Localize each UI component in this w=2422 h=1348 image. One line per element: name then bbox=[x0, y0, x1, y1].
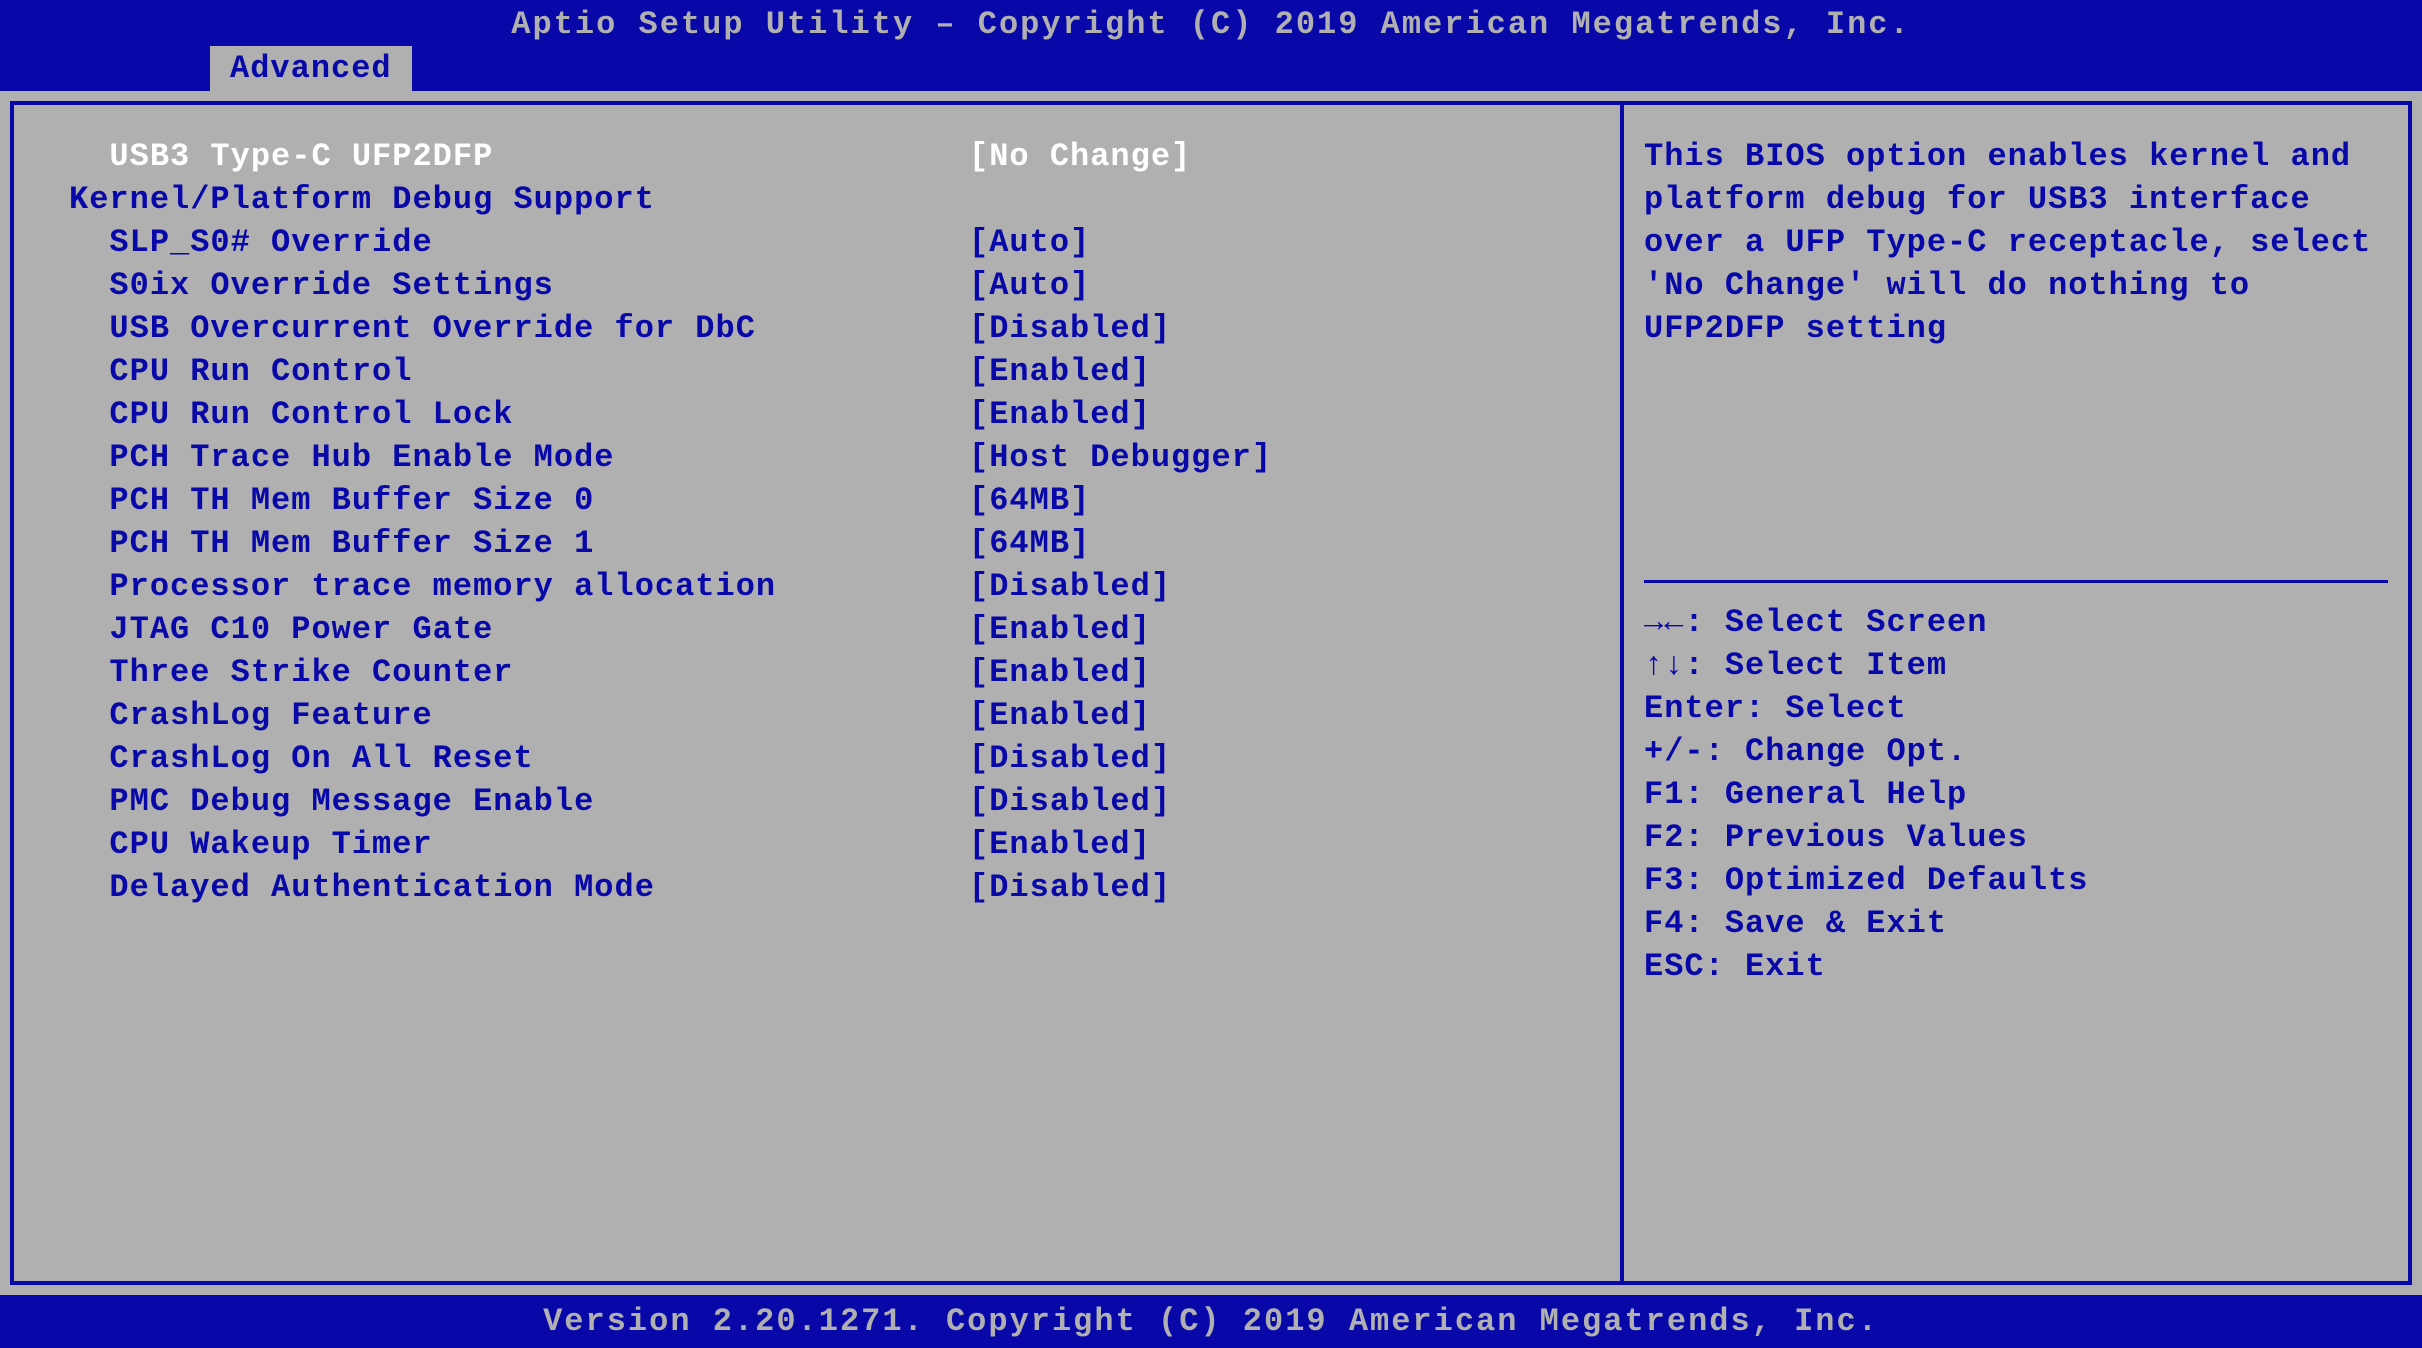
setting-value: [Disabled] bbox=[969, 565, 1565, 608]
setting-value: [Enabled] bbox=[969, 393, 1565, 436]
help-panel: This BIOS option enables kernel and plat… bbox=[1622, 101, 2412, 1285]
setting-row[interactable]: USB Overcurrent Override for DbC[Disable… bbox=[69, 307, 1565, 350]
setting-row[interactable]: CrashLog On All Reset[Disabled] bbox=[69, 737, 1565, 780]
setting-row[interactable]: CPU Run Control[Enabled] bbox=[69, 350, 1565, 393]
setting-label: CrashLog On All Reset bbox=[69, 737, 969, 780]
setting-value: [No Change] bbox=[969, 135, 1565, 178]
setting-row[interactable]: PCH Trace Hub Enable Mode[Host Debugger] bbox=[69, 436, 1565, 479]
setting-row[interactable]: S0ix Override Settings[Auto] bbox=[69, 264, 1565, 307]
setting-label: USB3 Type-C UFP2DFP bbox=[69, 135, 969, 178]
nav-row: +/-: Change Opt. bbox=[1644, 730, 2388, 773]
main-area: USB3 Type-C UFP2DFP[No Change]Kernel/Pla… bbox=[10, 101, 2412, 1285]
setting-label: PCH Trace Hub Enable Mode bbox=[69, 436, 969, 479]
setting-label: JTAG C10 Power Gate bbox=[69, 608, 969, 651]
setting-row[interactable]: CrashLog Feature[Enabled] bbox=[69, 694, 1565, 737]
setting-row[interactable]: CPU Wakeup Timer[Enabled] bbox=[69, 823, 1565, 866]
footer-text: Version 2.20.1271. Copyright (C) 2019 Am… bbox=[0, 1295, 2422, 1348]
setting-row[interactable]: PMC Debug Message Enable[Disabled] bbox=[69, 780, 1565, 823]
setting-row[interactable]: Processor trace memory allocation[Disabl… bbox=[69, 565, 1565, 608]
setting-label: Kernel/Platform Debug Support bbox=[69, 178, 969, 221]
tab-bar: Advanced bbox=[0, 49, 2422, 91]
arrow-keys-icon: ↑↓: bbox=[1644, 647, 1705, 684]
nav-key: F2: bbox=[1644, 819, 1705, 856]
setting-row: Kernel/Platform Debug Support bbox=[69, 178, 1565, 221]
nav-row: →←: Select Screen bbox=[1644, 601, 2388, 644]
nav-row: F1: General Help bbox=[1644, 773, 2388, 816]
nav-key: F3: bbox=[1644, 862, 1705, 899]
nav-key: +/-: bbox=[1644, 733, 1725, 770]
header-title: Aptio Setup Utility – Copyright (C) 2019… bbox=[0, 0, 2422, 49]
setting-value: [Host Debugger] bbox=[969, 436, 1565, 479]
nav-row: F4: Save & Exit bbox=[1644, 902, 2388, 945]
setting-value: [Disabled] bbox=[969, 866, 1565, 909]
nav-action: Exit bbox=[1725, 948, 1826, 985]
nav-action: General Help bbox=[1705, 776, 1968, 813]
setting-label: USB Overcurrent Override for DbC bbox=[69, 307, 969, 350]
setting-label: PCH TH Mem Buffer Size 1 bbox=[69, 522, 969, 565]
setting-row[interactable]: JTAG C10 Power Gate[Enabled] bbox=[69, 608, 1565, 651]
setting-label: Three Strike Counter bbox=[69, 651, 969, 694]
setting-value: [64MB] bbox=[969, 479, 1565, 522]
nav-row: ESC: Exit bbox=[1644, 945, 2388, 988]
nav-row: F3: Optimized Defaults bbox=[1644, 859, 2388, 902]
nav-help: →←: Select Screen↑↓: Select ItemEnter: S… bbox=[1644, 601, 2388, 988]
setting-row[interactable]: Delayed Authentication Mode[Disabled] bbox=[69, 866, 1565, 909]
setting-row[interactable]: SLP_S0# Override[Auto] bbox=[69, 221, 1565, 264]
setting-row[interactable]: Three Strike Counter[Enabled] bbox=[69, 651, 1565, 694]
nav-key: F4: bbox=[1644, 905, 1705, 942]
setting-value: [Disabled] bbox=[969, 780, 1565, 823]
setting-value: [Enabled] bbox=[969, 823, 1565, 866]
nav-key: ESC: bbox=[1644, 948, 1725, 985]
bios-screen: Aptio Setup Utility – Copyright (C) 2019… bbox=[0, 0, 2422, 1348]
setting-value: [Enabled] bbox=[969, 608, 1565, 651]
setting-label: CrashLog Feature bbox=[69, 694, 969, 737]
nav-action: Save & Exit bbox=[1705, 905, 1947, 942]
nav-action: Previous Values bbox=[1705, 819, 2028, 856]
nav-action: Change Opt. bbox=[1725, 733, 1967, 770]
nav-action: Optimized Defaults bbox=[1705, 862, 2089, 899]
setting-label: PCH TH Mem Buffer Size 0 bbox=[69, 479, 969, 522]
nav-row: Enter: Select bbox=[1644, 687, 2388, 730]
settings-panel: USB3 Type-C UFP2DFP[No Change]Kernel/Pla… bbox=[10, 101, 1622, 1285]
setting-row[interactable]: USB3 Type-C UFP2DFP[No Change] bbox=[69, 135, 1565, 178]
help-text: This BIOS option enables kernel and plat… bbox=[1644, 135, 2388, 350]
setting-label: Processor trace memory allocation bbox=[69, 565, 969, 608]
setting-label: S0ix Override Settings bbox=[69, 264, 969, 307]
setting-value: [Enabled] bbox=[969, 694, 1565, 737]
setting-label: Delayed Authentication Mode bbox=[69, 866, 969, 909]
setting-label: CPU Wakeup Timer bbox=[69, 823, 969, 866]
help-divider bbox=[1644, 580, 2388, 583]
nav-key: Enter: bbox=[1644, 690, 1765, 727]
setting-value: [Auto] bbox=[969, 221, 1565, 264]
setting-value: [64MB] bbox=[969, 522, 1565, 565]
nav-row: F2: Previous Values bbox=[1644, 816, 2388, 859]
setting-value bbox=[969, 178, 1565, 221]
setting-label: CPU Run Control Lock bbox=[69, 393, 969, 436]
setting-value: [Enabled] bbox=[969, 350, 1565, 393]
nav-key: F1: bbox=[1644, 776, 1705, 813]
nav-row: ↑↓: Select Item bbox=[1644, 644, 2388, 687]
setting-label: CPU Run Control bbox=[69, 350, 969, 393]
setting-value: [Disabled] bbox=[969, 307, 1565, 350]
tab-advanced[interactable]: Advanced bbox=[210, 46, 412, 91]
setting-label: PMC Debug Message Enable bbox=[69, 780, 969, 823]
setting-row[interactable]: PCH TH Mem Buffer Size 1[64MB] bbox=[69, 522, 1565, 565]
nav-action: Select Item bbox=[1705, 647, 1947, 684]
setting-row[interactable]: PCH TH Mem Buffer Size 0[64MB] bbox=[69, 479, 1565, 522]
arrow-keys-icon: →←: bbox=[1644, 604, 1705, 641]
nav-action: Select Screen bbox=[1705, 604, 1988, 641]
setting-value: [Enabled] bbox=[969, 651, 1565, 694]
setting-value: [Disabled] bbox=[969, 737, 1565, 780]
nav-action: Select bbox=[1765, 690, 1906, 727]
setting-label: SLP_S0# Override bbox=[69, 221, 969, 264]
setting-value: [Auto] bbox=[969, 264, 1565, 307]
setting-row[interactable]: CPU Run Control Lock[Enabled] bbox=[69, 393, 1565, 436]
